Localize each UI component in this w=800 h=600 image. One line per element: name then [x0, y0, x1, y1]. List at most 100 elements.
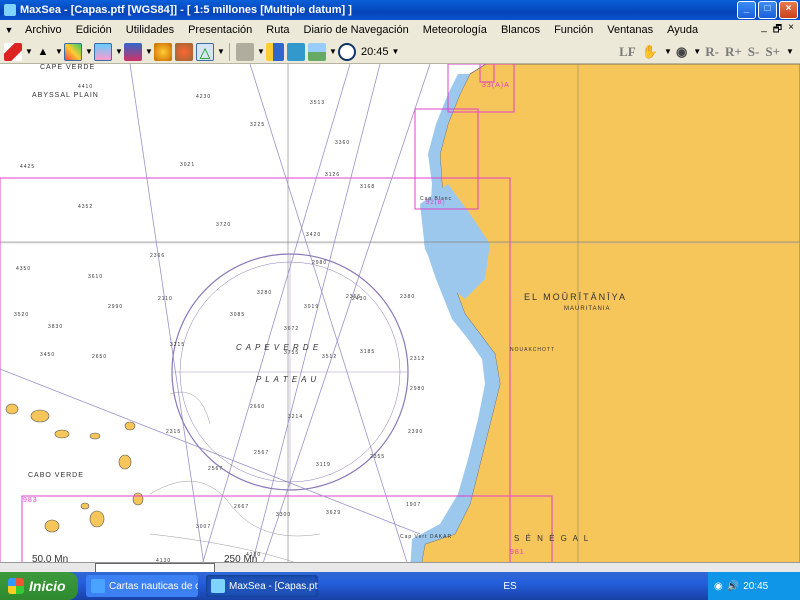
label-chart-981: 981 [510, 549, 525, 556]
depth-sounding: 2667 [234, 504, 250, 510]
time-dropdown-icon[interactable]: ▼ [392, 47, 400, 56]
speed-minus-button[interactable]: S- [748, 44, 760, 60]
depth-sounding: 4352 [78, 204, 94, 210]
menu-ruta[interactable]: Ruta [259, 24, 296, 36]
speed-dropdown-icon[interactable]: ▼ [786, 47, 794, 56]
menu-presentacion[interactable]: Presentación [181, 24, 259, 36]
volume-icon[interactable]: 🔊 [727, 581, 739, 592]
label-cabo-verde: CABO VERDE [28, 472, 84, 479]
time-display: 20:45 [361, 45, 389, 58]
maximize-button[interactable]: □ [758, 1, 777, 19]
menu-ayuda[interactable]: Ayuda [660, 24, 705, 36]
speed-plus-button[interactable]: S+ [765, 44, 780, 60]
menu-archivo[interactable]: Archivo [18, 24, 69, 36]
scale-bar-right-label: 250 Mn [224, 554, 258, 565]
triangle-dropdown-icon[interactable]: ▼ [217, 47, 225, 56]
mdi-minimize-button[interactable]: _ [761, 22, 767, 39]
label-el-mauritaniya: EL MOŪRĪTĀNĪYA [524, 292, 628, 302]
gray-square-icon[interactable] [236, 42, 254, 61]
layers-icon[interactable] [64, 42, 82, 61]
depth-sounding: 2567 [208, 466, 224, 472]
taskbar-item-browser[interactable]: Cartas nauticas de ca... [86, 575, 198, 597]
contour-icon[interactable] [154, 42, 172, 61]
start-button[interactable]: Inicio [0, 572, 78, 600]
eye-dropdown-icon[interactable]: ▼ [693, 47, 701, 56]
triangle-icon[interactable]: △ [196, 42, 214, 61]
menu-edicion[interactable]: Edición [69, 24, 119, 36]
taskbar-item-label: Cartas nauticas de ca... [109, 580, 198, 592]
label-chart-top: 33(A)A [482, 82, 510, 89]
menu-utilidades[interactable]: Utilidades [119, 24, 181, 36]
menu-funcion[interactable]: Función [547, 24, 600, 36]
lf-button[interactable]: LF [619, 44, 636, 60]
mdi-close-button[interactable]: × [788, 22, 794, 39]
layers-dropdown-icon[interactable]: ▼ [85, 47, 93, 56]
nautical-chart[interactable]: CAPE VERDE ABYSSAL PLAIN C A P E V E R D… [0, 64, 800, 572]
depth-sounding: 3512 [322, 354, 338, 360]
maxsea-app-icon[interactable] [4, 4, 16, 16]
taskbar-item-label: MaxSea - [Capas.ptf ... [229, 580, 318, 592]
relief-icon[interactable] [175, 42, 193, 61]
window-title: MaxSea - [Capas.ptf [WGS84]] - [ 1:5 mil… [20, 4, 352, 16]
depth-sounding: 2366 [150, 253, 166, 259]
gray-dropdown-icon[interactable]: ▼ [257, 47, 265, 56]
hand-icon[interactable]: ✋ [642, 44, 658, 60]
label-mauritania: MAURITANIA [564, 306, 611, 312]
mdi-restore-button[interactable]: 🗗 [773, 22, 782, 39]
title-bar[interactable]: MaxSea - [Capas.ptf [WGS84]] - [ 1:5 mil… [0, 0, 800, 20]
ie-icon [91, 579, 105, 593]
language-indicator[interactable]: ES [503, 581, 516, 592]
label-cape-verde-top: CAPE VERDE [40, 64, 96, 71]
depth-sounding: 3450 [40, 352, 56, 358]
depth-sounding: 3300 [276, 512, 292, 518]
close-button[interactable]: × [779, 1, 798, 19]
depth-sounding: 3214 [288, 414, 304, 420]
landscape-dropdown-icon[interactable]: ▼ [329, 47, 337, 56]
system-tray: ◉ 🔊 20:45 [708, 572, 800, 600]
depth-sounding: 3520 [14, 312, 30, 318]
depth-sounding: 4230 [196, 94, 212, 100]
depth-sounding: 3280 [257, 290, 273, 296]
depth-sounding: 4425 [20, 164, 36, 170]
landscape-icon[interactable] [308, 42, 326, 61]
system-menu-icon[interactable]: ▼ [0, 25, 18, 35]
swap-arrows-icon[interactable] [287, 42, 305, 61]
chart-canvas [0, 64, 800, 572]
depth-sounding: 2980 [410, 386, 426, 392]
pencil-dropdown-icon[interactable]: ▼ [25, 47, 33, 56]
north-dropdown-icon[interactable]: ▼ [55, 47, 63, 56]
label-senegal: S É N É G A L [514, 534, 591, 543]
label-cape-verde-plateau-1: C A P E V E R D E [236, 343, 320, 352]
tray-app-icon[interactable]: ◉ [714, 581, 723, 592]
depth-sounding: 3513 [310, 100, 326, 106]
north-arrow-icon[interactable]: ▲ [34, 43, 52, 61]
hand-dropdown-icon[interactable]: ▼ [664, 47, 672, 56]
chart-layers-icon[interactable] [94, 42, 112, 61]
chart-layers-dropdown-icon[interactable]: ▼ [115, 47, 123, 56]
depth-sounding: 2567 [254, 450, 270, 456]
route-minus-button[interactable]: R- [705, 44, 719, 60]
windows-taskbar: Inicio Cartas nauticas de ca... MaxSea -… [0, 572, 800, 600]
menu-meteorologia[interactable]: Meteorología [416, 24, 494, 36]
weather-map-icon[interactable] [124, 42, 142, 61]
label-nouakchott: NOUAKCHOTT [510, 347, 555, 353]
route-plus-button[interactable]: R+ [725, 44, 742, 60]
menu-blancos[interactable]: Blancos [494, 24, 547, 36]
depth-sounding: 2990 [108, 304, 124, 310]
weather-dropdown-icon[interactable]: ▼ [145, 47, 153, 56]
clock-icon[interactable] [338, 42, 356, 61]
taskbar-item-maxsea[interactable]: MaxSea - [Capas.ptf ... [206, 575, 318, 597]
right-toolset: LF ✋ ▼ ◉ ▼ R- R+ S- S+ ▼ [619, 44, 800, 60]
depth-sounding: 3119 [316, 462, 331, 468]
minimize-button[interactable]: _ [737, 1, 756, 19]
depth-sounding: 3085 [230, 312, 246, 318]
menu-ventanas[interactable]: Ventanas [600, 24, 660, 36]
blue-book-icon[interactable] [266, 42, 284, 61]
menu-diario-navegacion[interactable]: Diario de Navegación [297, 24, 416, 36]
tray-clock: 20:45 [743, 580, 769, 592]
pencil-icon[interactable] [4, 42, 22, 61]
windows-logo-icon [8, 578, 24, 594]
label-chart-983: 983 [23, 497, 38, 504]
eye-icon[interactable]: ◉ [676, 44, 687, 60]
depth-sounding: 3360 [335, 140, 351, 146]
